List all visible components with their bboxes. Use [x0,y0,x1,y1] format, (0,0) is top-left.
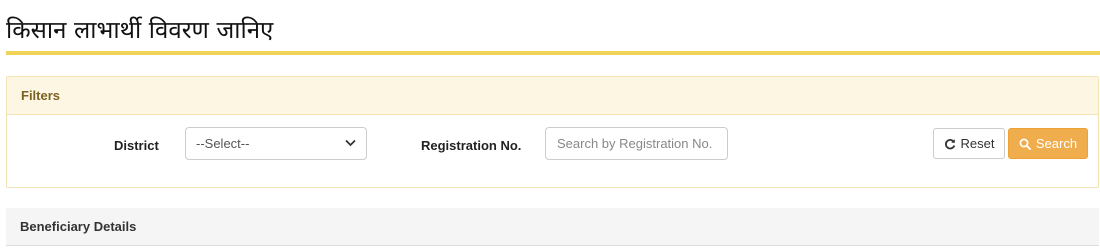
district-select[interactable]: --Select-- [185,127,367,160]
reset-label: Reset [960,136,995,151]
reset-button[interactable]: Reset [933,128,1005,159]
filters-heading: Filters [7,77,1098,115]
search-icon [1019,137,1032,150]
search-button[interactable]: Search [1008,128,1088,159]
registration-label: Registration No. [421,138,522,153]
title-divider [6,51,1100,55]
search-label: Search [1035,136,1078,151]
page-title: किसान लाभार्थी विवरण जानिए [6,16,274,44]
refresh-icon [944,137,957,150]
chevron-down-icon [345,138,356,150]
district-selected-value: --Select-- [196,136,250,151]
registration-input[interactable] [545,127,728,160]
filters-body: District --Select-- Registration No. Res… [7,115,1098,187]
district-label: District [114,138,159,153]
filters-panel: Filters District --Select-- Registration… [6,76,1099,188]
beneficiary-heading: Beneficiary Details [6,208,1099,246]
